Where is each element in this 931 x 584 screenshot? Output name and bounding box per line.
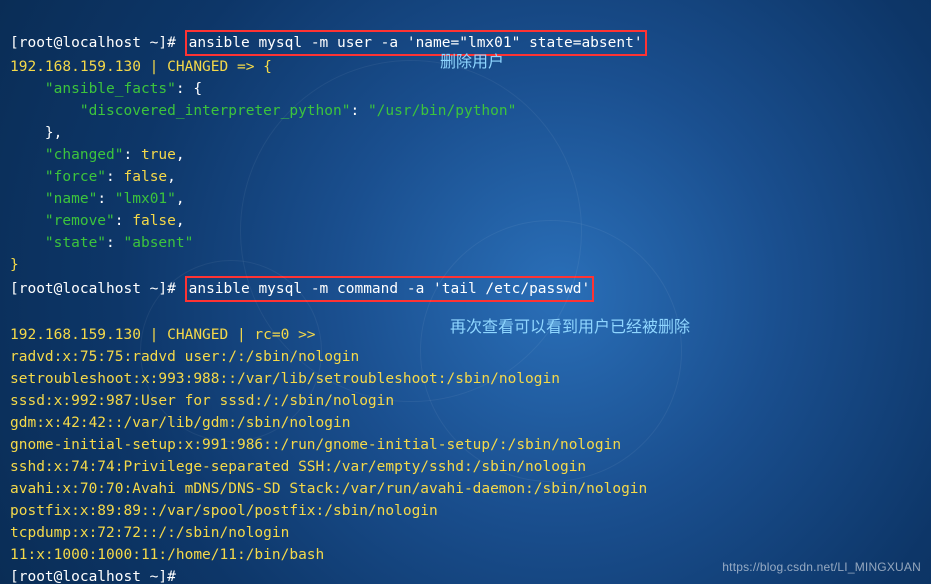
passwd-line: 11:x:1000:1000:11:/home/11:/bin/bash [10, 547, 324, 563]
out2-header: 192.168.159.130 | CHANGED | rc=0 >> [10, 327, 316, 343]
passwd-line: tcpdump:x:72:72::/:/sbin/nologin [10, 525, 289, 541]
state-key: "state" [10, 235, 106, 251]
state-sep: : [106, 235, 123, 251]
terminal[interactable]: [root@localhost ~]# ansible mysql -m use… [0, 0, 931, 584]
passwd-line: setroubleshoot:x:993:988::/var/lib/setro… [10, 371, 560, 387]
watermark: https://blog.csdn.net/LI_MINGXUAN [722, 556, 921, 578]
out1-header-host: 192.168.159.130 | [10, 59, 167, 75]
changed-sep: : [124, 147, 141, 163]
out1-header-tail: => { [228, 59, 272, 75]
passwd-line: gdm:x:42:42::/var/lib/gdm:/sbin/nologin [10, 415, 350, 431]
out1-close: } [10, 257, 19, 273]
facts-key: "ansible_facts" [10, 81, 176, 97]
changed-tail: , [176, 147, 193, 163]
name-key: "name" [10, 191, 97, 207]
prompt: [root@localhost ~]# [10, 569, 176, 584]
remove-tail: , [176, 213, 193, 229]
force-key: "force" [10, 169, 106, 185]
passwd-line: postfix:x:89:89::/var/spool/postfix:/sbi… [10, 503, 438, 519]
command-2: ansible mysql -m command -a 'tail /etc/p… [189, 281, 591, 297]
force-val: false [124, 169, 168, 185]
out1-header-status: CHANGED [167, 59, 228, 75]
interp-sep: : [350, 103, 367, 119]
annotation-delete-user: 删除用户 [440, 52, 504, 74]
interp-key: "discovered_interpreter_python" [10, 103, 350, 119]
force-sep: : [106, 169, 123, 185]
remove-key: "remove" [10, 213, 115, 229]
name-tail: , [176, 191, 193, 207]
changed-key: "changed" [10, 147, 124, 163]
state-val: "absent" [124, 235, 194, 251]
passwd-line: radvd:x:75:75:radvd user:/:/sbin/nologin [10, 349, 359, 365]
facts-open: : { [176, 81, 202, 97]
passwd-line: avahi:x:70:70:Avahi mDNS/DNS-SD Stack:/v… [10, 481, 647, 497]
interp-val: "/usr/bin/python" [368, 103, 516, 119]
force-tail: , [167, 169, 184, 185]
passwd-line: sssd:x:992:987:User for sssd:/:/sbin/nol… [10, 393, 394, 409]
name-sep: : [97, 191, 114, 207]
facts-close: }, [10, 125, 71, 141]
passwd-line: sshd:x:74:74:Privilege-separated SSH:/va… [10, 459, 586, 475]
changed-val: true [141, 147, 176, 163]
remove-val: false [132, 213, 176, 229]
command-2-highlight: ansible mysql -m command -a 'tail /etc/p… [185, 276, 595, 302]
remove-sep: : [115, 213, 132, 229]
command-1-highlight: ansible mysql -m user -a 'name="lmx01" s… [185, 30, 647, 56]
command-1: ansible mysql -m user -a 'name="lmx01" s… [189, 35, 643, 51]
passwd-line: gnome-initial-setup:x:991:986::/run/gnom… [10, 437, 621, 453]
prompt: [root@localhost ~]# [10, 35, 176, 51]
name-val: "lmx01" [115, 191, 176, 207]
prompt: [root@localhost ~]# [10, 281, 176, 297]
annotation-verify-deleted: 再次查看可以看到用户已经被删除 [450, 317, 690, 339]
